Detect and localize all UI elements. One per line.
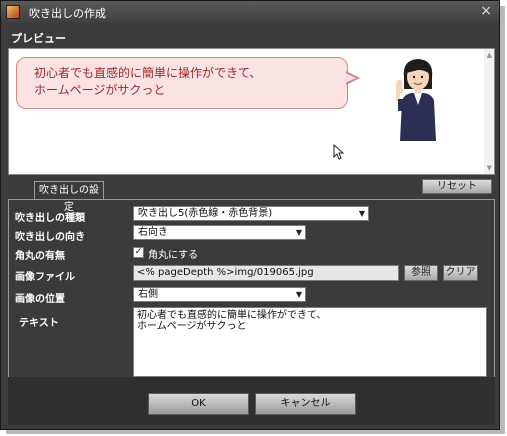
ok-button[interactable]: OK [148, 393, 249, 415]
tab-bubble-settings[interactable]: 吹き出しの設定 [34, 181, 104, 213]
app-icon [6, 5, 20, 19]
bubble-type-select[interactable]: 吹き出し5(赤色線・赤色背景) ▼ [133, 206, 369, 221]
scroll-up-icon[interactable]: ▲ [487, 51, 492, 59]
bubble-direction-value: 右向き [138, 227, 168, 238]
rounded-corners-checkbox[interactable]: ✓ [133, 247, 144, 258]
image-file-label: 画像ファイル [15, 272, 75, 283]
bubble-direction-select[interactable]: 右向き ▼ [133, 225, 306, 240]
preview-scrollbar[interactable]: ▲ ▼ [484, 49, 494, 174]
preview-area: 初心者でも直感的に簡単に操作ができて、 ホームページがサクっと ▲ ▼ [8, 48, 495, 175]
clear-button[interactable]: クリア [443, 265, 478, 281]
preview-label: プレビュー [11, 32, 66, 45]
speech-bubble: 初心者でも直感的に簡単に操作ができて、 ホームページがサクっと [16, 57, 348, 109]
image-position-select[interactable]: 右側 ▼ [133, 287, 306, 302]
bubble-tail-fill [345, 73, 356, 83]
dialog-window: 吹き出しの作成 × プレビュー 初心者でも直感的に簡単に操作ができて、 ホームペ… [0, 0, 500, 430]
bubble-text-input[interactable]: 初心者でも直感的に簡単に操作ができて、 ホームページがサクっと [133, 307, 487, 377]
button-bar [8, 377, 495, 425]
image-position-value: 右側 [138, 289, 158, 300]
bubble-type-value: 吹き出し5(赤色線・赤色背景) [138, 208, 273, 219]
chevron-down-icon: ▼ [295, 290, 302, 299]
window-title: 吹き出しの作成 [29, 7, 106, 20]
browse-button[interactable]: 参照 [404, 265, 438, 281]
chevron-down-icon: ▼ [358, 209, 365, 218]
bubble-direction-label: 吹き出しの向き [15, 232, 85, 243]
cancel-button[interactable]: キャンセル [255, 393, 356, 415]
bubble-text: 初心者でも直感的に簡単に操作ができて、 ホームページがサクっと [34, 66, 262, 97]
reset-button[interactable]: リセット [422, 179, 492, 194]
chevron-down-icon: ▼ [295, 228, 302, 237]
image-position-label: 画像の位置 [15, 294, 65, 305]
title-bar[interactable]: 吹き出しの作成 × [1, 1, 499, 23]
mouse-cursor-icon [333, 144, 345, 160]
character-illustration [396, 59, 436, 141]
image-file-field[interactable]: <% pageDepth %>img/019065.jpg [133, 265, 399, 281]
rounded-corners-checkbox-label[interactable]: 角丸にする [148, 246, 198, 261]
rounded-corners-label: 角丸の有無 [15, 251, 65, 262]
close-icon[interactable]: × [480, 3, 492, 19]
text-label: テキスト [19, 318, 59, 329]
bubble-type-label: 吹き出しの種類 [15, 213, 85, 224]
scroll-down-icon[interactable]: ▼ [487, 164, 492, 172]
